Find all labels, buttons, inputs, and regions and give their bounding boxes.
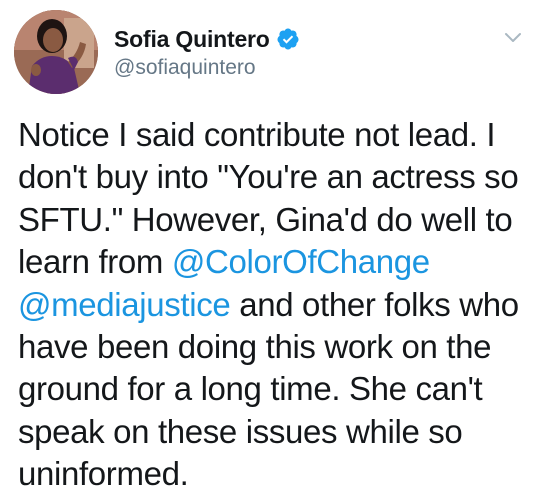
mention-link[interactable]: @mediajustice (18, 286, 231, 323)
avatar[interactable] (14, 10, 98, 94)
author-handle[interactable]: @sofiaquintero (114, 56, 300, 80)
author-display-name[interactable]: Sofia Quintero (114, 26, 270, 53)
chevron-down-icon[interactable] (502, 26, 524, 48)
mention-link[interactable]: @ColorOfChange (172, 243, 430, 280)
tweet-card: Sofia Quintero @sofiaquintero Notice I s… (0, 0, 540, 500)
avatar-image (14, 10, 98, 94)
author-name-row: Sofia Quintero (114, 24, 300, 54)
author-block[interactable]: Sofia Quintero @sofiaquintero (114, 24, 300, 80)
tweet-text: Notice I said contribute not lead. I don… (18, 114, 528, 496)
verified-badge-icon (277, 28, 299, 50)
